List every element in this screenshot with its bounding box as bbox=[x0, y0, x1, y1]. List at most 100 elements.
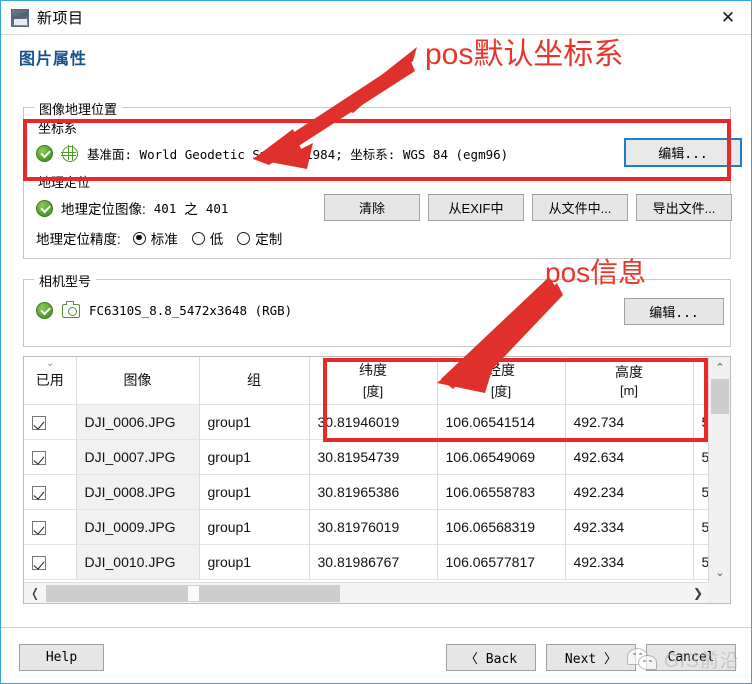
radio-accuracy-standard[interactable] bbox=[132, 231, 146, 245]
scroll-up-icon[interactable]: ⌃ bbox=[709, 357, 731, 377]
row-used-checkbox[interactable] bbox=[24, 544, 77, 580]
close-icon[interactable]: ✕ bbox=[705, 1, 751, 34]
coordinate-system-value: 基准面: World Geodetic System 1984; 坐标系: WG… bbox=[87, 147, 509, 162]
row-used-checkbox[interactable] bbox=[24, 509, 77, 545]
geotag-images-of: 之 bbox=[184, 202, 198, 217]
help-button[interactable]: Help bbox=[19, 644, 104, 671]
row-extra: 5 bbox=[693, 439, 709, 475]
row-used-checkbox[interactable] bbox=[24, 474, 77, 510]
table-row[interactable]: DJI_0008.JPG group1 30.81965386 106.0655… bbox=[24, 474, 709, 510]
table-row[interactable]: DJI_0007.JPG group1 30.81954739 106.0654… bbox=[24, 439, 709, 475]
column-header-latitude[interactable]: 纬度 [度] bbox=[309, 357, 438, 405]
row-longitude: 106.06541514 bbox=[437, 404, 566, 440]
row-group: group1 bbox=[199, 509, 310, 545]
camera-icon bbox=[62, 301, 80, 318]
column-header-altitude-unit: [m] bbox=[619, 383, 639, 399]
row-longitude: 106.06577817 bbox=[437, 544, 566, 580]
row-longitude: 106.06558783 bbox=[437, 474, 566, 510]
column-header-longitude[interactable]: 经度 [度] bbox=[437, 357, 566, 405]
column-header-image[interactable]: 图像 bbox=[76, 357, 200, 405]
radio-accuracy-custom[interactable] bbox=[237, 231, 251, 245]
row-altitude: 492.634 bbox=[565, 439, 694, 475]
row-latitude: 30.81946019 bbox=[309, 404, 438, 440]
checkbox-icon[interactable] bbox=[32, 555, 46, 570]
table-row[interactable]: DJI_0006.JPG group1 30.81946019 106.0654… bbox=[24, 404, 709, 440]
next-button[interactable]: Next 〉 bbox=[546, 644, 636, 671]
checkbox-icon[interactable] bbox=[32, 415, 46, 430]
coordinate-system-row: 基准面: World Geodetic System 1984; 坐标系: WG… bbox=[36, 144, 508, 163]
vertical-scrollbar[interactable]: ⌃ ⌄ bbox=[708, 357, 730, 582]
row-altitude: 492.334 bbox=[565, 509, 694, 545]
column-header-latitude-label: 纬度 bbox=[359, 362, 387, 379]
row-group: group1 bbox=[199, 404, 310, 440]
horizontal-scrollbar[interactable]: ❬ ❯ bbox=[24, 582, 730, 603]
column-header-altitude[interactable]: 高度 [m] bbox=[565, 357, 694, 405]
edit-camera-model-button[interactable]: 编辑... bbox=[624, 298, 724, 325]
column-header-altitude-label: 高度 bbox=[615, 364, 643, 381]
scroll-right-icon[interactable]: ❯ bbox=[688, 583, 708, 603]
cancel-button[interactable]: Cancel bbox=[646, 644, 736, 671]
accuracy-label: 地理定位精度: bbox=[36, 232, 121, 247]
export-file-button[interactable]: 导出文件... bbox=[636, 194, 732, 221]
camera-model-legend: 相机型号 bbox=[34, 271, 97, 290]
green-check-icon bbox=[36, 145, 53, 162]
column-header-group[interactable]: 组 bbox=[199, 357, 310, 405]
row-image-name: DJI_0008.JPG bbox=[76, 474, 200, 510]
row-group: group1 bbox=[199, 439, 310, 475]
row-latitude: 30.81986767 bbox=[309, 544, 438, 580]
vertical-scrollbar-thumb[interactable] bbox=[711, 379, 729, 414]
row-latitude: 30.81954739 bbox=[309, 439, 438, 475]
chevron-down-icon[interactable]: ⌄ bbox=[46, 359, 54, 369]
column-header-image-label: 图像 bbox=[123, 372, 152, 389]
from-exif-button[interactable]: 从EXIF中 bbox=[428, 194, 524, 221]
edit-coordinate-system-button[interactable]: 编辑... bbox=[624, 138, 742, 167]
green-check-icon bbox=[36, 302, 53, 319]
camera-model-group: 相机型号 FC6310S_8.8_5472x3648 (RGB) 编辑... bbox=[23, 271, 731, 347]
row-group: group1 bbox=[199, 474, 310, 510]
coordinate-system-legend: 坐标系 bbox=[34, 118, 82, 137]
row-altitude: 492.234 bbox=[565, 474, 694, 510]
accuracy-row: 地理定位精度: 标准 低 定制 bbox=[36, 228, 282, 248]
row-used-checkbox[interactable] bbox=[24, 439, 77, 475]
row-used-checkbox[interactable] bbox=[24, 404, 77, 440]
radio-label-low: 低 bbox=[209, 232, 224, 247]
radio-label-standard: 标准 bbox=[150, 232, 178, 247]
title-bar: 新项目 ✕ bbox=[1, 1, 751, 35]
globe-icon bbox=[61, 144, 78, 162]
row-latitude: 30.81976019 bbox=[309, 509, 438, 545]
column-header-group-label: 组 bbox=[247, 372, 261, 389]
radio-label-custom: 定制 bbox=[255, 232, 283, 247]
horizontal-scrollbar-thumb[interactable] bbox=[46, 585, 340, 602]
window-title: 新项目 bbox=[37, 10, 84, 27]
back-button[interactable]: 〈 Back bbox=[446, 644, 536, 671]
row-latitude: 30.81965386 bbox=[309, 474, 438, 510]
column-header-extra[interactable] bbox=[693, 357, 709, 405]
column-header-longitude-unit: [度] bbox=[490, 384, 512, 400]
row-altitude: 492.334 bbox=[565, 544, 694, 580]
column-header-latitude-unit: [度] bbox=[362, 384, 384, 400]
column-header-used[interactable]: ⌄ 已用 bbox=[24, 357, 77, 405]
checkbox-icon[interactable] bbox=[32, 520, 46, 535]
image-geolocation-legend: 图像地理位置 bbox=[34, 99, 123, 118]
row-extra: 5 bbox=[693, 509, 709, 545]
footer-divider bbox=[1, 627, 751, 628]
checkbox-icon[interactable] bbox=[32, 485, 46, 500]
clear-button[interactable]: 清除 bbox=[324, 194, 420, 221]
green-check-icon bbox=[36, 199, 53, 217]
from-file-button[interactable]: 从文件中... bbox=[532, 194, 628, 221]
table-row[interactable]: DJI_0010.JPG group1 30.81986767 106.0657… bbox=[24, 544, 709, 580]
image-list-table: ⌄ 已用 图像 组 纬度 [度] 经度 [度] 高度 [m] DJI_0006.… bbox=[23, 356, 731, 604]
scrollbar-corner bbox=[708, 582, 730, 603]
scroll-down-icon[interactable]: ⌄ bbox=[709, 562, 731, 582]
row-altitude: 492.734 bbox=[565, 404, 694, 440]
checkbox-icon[interactable] bbox=[32, 450, 46, 465]
geotag-legend: 地理定位 bbox=[34, 172, 95, 191]
row-image-name: DJI_0007.JPG bbox=[76, 439, 200, 475]
column-header-longitude-label: 经度 bbox=[487, 362, 515, 379]
scroll-left-icon[interactable]: ❬ bbox=[25, 583, 45, 603]
table-row[interactable]: DJI_0009.JPG group1 30.81976019 106.0656… bbox=[24, 509, 709, 545]
camera-model-value: FC6310S_8.8_5472x3648 (RGB) bbox=[89, 303, 293, 318]
image-properties-dialog: 新项目 ✕ 图片属性 图像地理位置 坐标系 基准面: World Geodeti… bbox=[0, 0, 752, 684]
radio-accuracy-low[interactable] bbox=[191, 231, 205, 245]
section-divider bbox=[32, 180, 724, 181]
